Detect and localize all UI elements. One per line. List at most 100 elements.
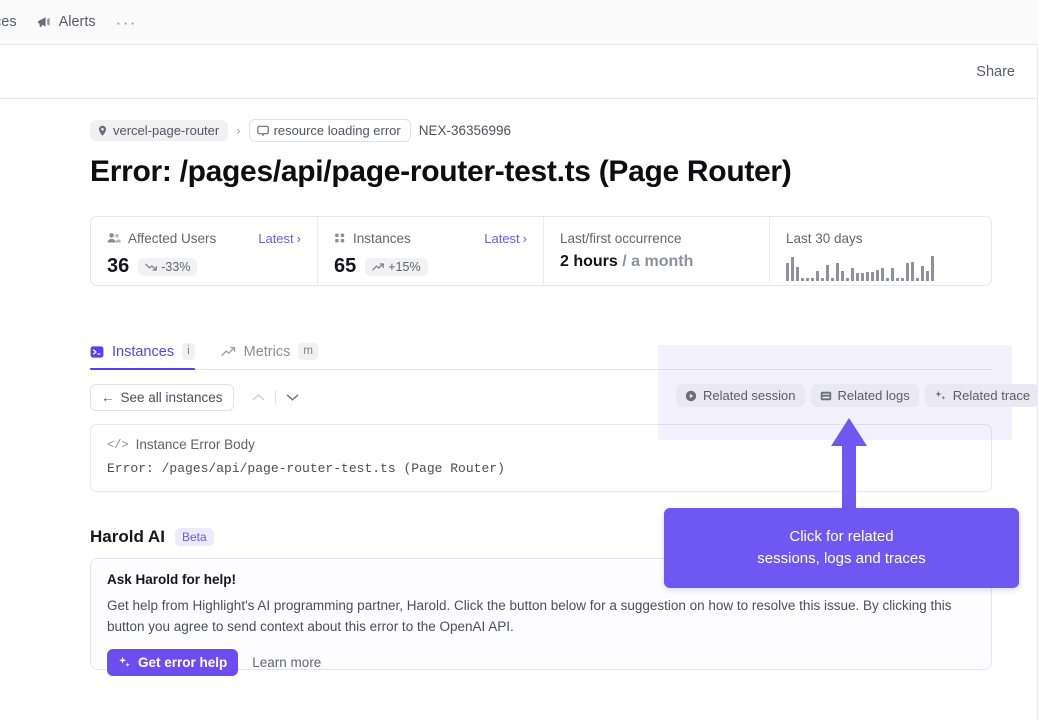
tab-bar: Instances i Metrics m bbox=[90, 334, 992, 370]
sparkline-bar bbox=[866, 272, 869, 281]
sparkline-bar bbox=[876, 270, 879, 281]
chevron-up-icon[interactable] bbox=[252, 393, 265, 402]
share-button[interactable]: Share bbox=[976, 64, 1037, 80]
sparkline-bar bbox=[791, 257, 794, 281]
instance-pager bbox=[252, 390, 299, 405]
related-session-button[interactable]: Related session bbox=[676, 384, 805, 407]
play-circle-icon bbox=[685, 390, 697, 402]
related-trace-button[interactable]: Related trace bbox=[924, 384, 1038, 407]
see-all-instances-button[interactable]: ← See all instances bbox=[90, 384, 234, 411]
sparkline-bar bbox=[921, 266, 924, 281]
instances-value: 65 bbox=[334, 255, 357, 277]
stat-label: Instances bbox=[353, 230, 411, 246]
sparkline-bar bbox=[841, 271, 844, 281]
monitor-icon bbox=[256, 125, 269, 137]
occurrence-value: 2 hours / a month bbox=[560, 253, 753, 271]
sparkline-bar bbox=[846, 278, 849, 281]
occurrence-divider: / bbox=[622, 253, 627, 270]
sparkline-bar bbox=[786, 263, 789, 281]
nav-item-label: Alerts bbox=[58, 14, 96, 30]
stat-occurrence: Last/first occurrence 2 hours / a month bbox=[543, 217, 769, 285]
tab-instances[interactable]: Instances i bbox=[90, 343, 195, 370]
occurrence-label: Last/first occurrence bbox=[560, 230, 682, 246]
trending-down-icon bbox=[145, 262, 158, 272]
latest-label: Latest bbox=[484, 230, 520, 246]
top-navigation-bar: ces Alerts ··· bbox=[0, 0, 1038, 45]
sparkline-bar bbox=[821, 278, 824, 281]
beta-badge: Beta bbox=[174, 528, 214, 546]
related-logs-button[interactable]: Related logs bbox=[810, 384, 919, 407]
breadcrumb-project-label: vercel-page-router bbox=[113, 123, 220, 138]
stat-header: Last/first occurrence bbox=[560, 229, 753, 247]
breadcrumb-project[interactable]: vercel-page-router bbox=[90, 120, 229, 141]
sparkline-bar bbox=[831, 278, 834, 281]
page-title: Error: /pages/api/page-router-test.ts (P… bbox=[90, 155, 792, 188]
affected-users-value: 36 bbox=[107, 255, 130, 277]
stat-affected-users: Affected Users Latest › 36 -33% bbox=[91, 217, 317, 285]
sparkline-bar bbox=[851, 268, 854, 281]
sparkline-bar bbox=[896, 278, 899, 281]
stat-label-wrap: Instances bbox=[334, 231, 411, 246]
occurrence-first: a month bbox=[631, 253, 694, 270]
stat-label: Affected Users bbox=[128, 230, 217, 246]
breadcrumb: vercel-page-router › resource loading er… bbox=[90, 119, 1038, 142]
location-pin-icon bbox=[97, 125, 108, 137]
related-session-label: Related session bbox=[703, 388, 796, 403]
instances-latest-link[interactable]: Latest › bbox=[484, 231, 527, 246]
logs-icon bbox=[820, 390, 832, 402]
sparkline-bar bbox=[811, 278, 814, 281]
sparkline-bar bbox=[836, 263, 839, 281]
last-30-days-label: Last 30 days bbox=[786, 230, 863, 246]
callout-text: Click for related sessions, logs and tra… bbox=[757, 526, 925, 570]
sparkline-bar bbox=[926, 271, 929, 281]
nav-item-alerts[interactable]: Alerts bbox=[27, 0, 106, 45]
affected-users-latest-link[interactable]: Latest › bbox=[258, 231, 301, 246]
stat-last-30-days: Last 30 days bbox=[769, 217, 991, 285]
sparkline-bar bbox=[801, 278, 804, 281]
breadcrumb-error-type-label: resource loading error bbox=[273, 123, 401, 138]
tab-shortcut: i bbox=[182, 343, 195, 360]
stat-body: 36 -33% bbox=[107, 255, 301, 278]
breadcrumb-error-type[interactable]: resource loading error bbox=[248, 119, 411, 142]
terminal-icon bbox=[90, 345, 104, 359]
sparkline-bar bbox=[906, 263, 909, 281]
related-logs-label: Related logs bbox=[837, 388, 910, 403]
sparkline-bar bbox=[861, 273, 864, 281]
arrow-left-icon: ← bbox=[101, 390, 115, 405]
occurrence-last: 2 hours bbox=[560, 253, 618, 270]
chevron-right-icon: › bbox=[296, 230, 301, 246]
harold-actions: Get error help Learn more bbox=[107, 648, 975, 676]
get-error-help-button[interactable]: Get error help bbox=[107, 648, 239, 676]
get-error-help-label: Get error help bbox=[138, 654, 228, 670]
sparkline-bar bbox=[871, 272, 874, 281]
code-icon: </> bbox=[107, 437, 129, 452]
app-root: ces Alerts ··· Share bbox=[0, 0, 1038, 720]
tab-metrics[interactable]: Metrics m bbox=[220, 343, 318, 369]
users-icon bbox=[107, 232, 121, 244]
tab-shortcut: m bbox=[298, 343, 318, 360]
tab-label: Instances bbox=[112, 343, 175, 360]
grid-dots-icon bbox=[334, 232, 346, 244]
nav-overflow-menu[interactable]: ··· bbox=[106, 14, 147, 31]
sparkline-bar bbox=[826, 265, 829, 281]
related-actions-row: Related session Related logs Related tra… bbox=[676, 384, 1038, 407]
trending-up-icon bbox=[220, 346, 236, 358]
affected-users-delta: -33% bbox=[161, 259, 191, 274]
nav-item-traces[interactable]: ces bbox=[0, 0, 27, 45]
chevron-down-icon[interactable] bbox=[286, 393, 299, 402]
learn-more-link[interactable]: Learn more bbox=[252, 655, 321, 670]
harold-description: Get help from Highlight's AI programming… bbox=[107, 598, 952, 634]
sparkline-bar bbox=[886, 278, 889, 281]
sparkline-chart bbox=[786, 256, 975, 281]
annotation-callout: Click for related sessions, logs and tra… bbox=[664, 508, 1019, 588]
sparkline-bar bbox=[911, 262, 914, 281]
sparkline-bar bbox=[806, 278, 809, 281]
instances-delta-badge: +15% bbox=[365, 257, 428, 276]
sparkline-bar bbox=[916, 278, 919, 281]
annotation-arrow bbox=[820, 416, 878, 512]
megaphone-icon bbox=[37, 16, 52, 29]
stat-label-wrap: Affected Users bbox=[107, 231, 216, 246]
error-body-header-label: Instance Error Body bbox=[135, 437, 255, 452]
instances-delta: +15% bbox=[388, 259, 421, 274]
see-all-instances-label: See all instances bbox=[120, 390, 223, 405]
